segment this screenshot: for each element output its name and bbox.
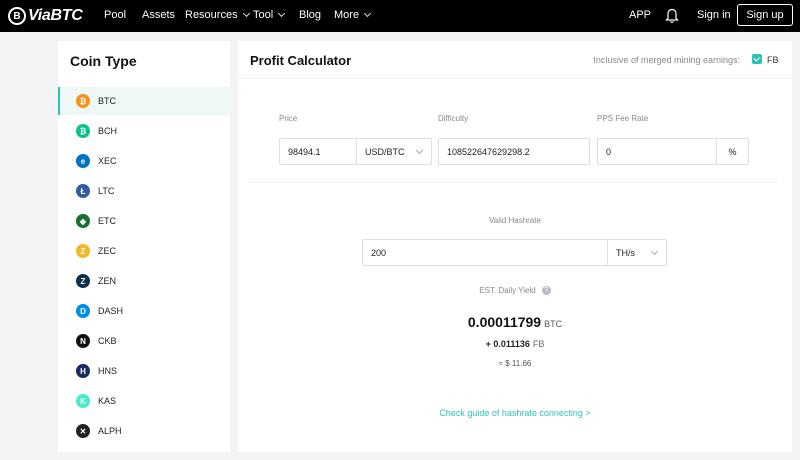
- profit-calculator-panel: Profit Calculator Inclusive of merged mi…: [238, 41, 792, 452]
- nav-more[interactable]: More: [334, 9, 372, 21]
- price-input[interactable]: 98494.1: [279, 138, 357, 165]
- hashrate-input[interactable]: 200: [362, 239, 609, 266]
- sidebar-item-label: DASH: [98, 306, 124, 316]
- sidebar-item-label: BTC: [98, 96, 116, 106]
- sidebar-item-label: HNS: [98, 366, 118, 376]
- ckb-icon: N: [76, 334, 90, 348]
- bch-icon: ₿: [76, 124, 90, 138]
- divider: [248, 182, 778, 183]
- sidebar-item-label: ZEN: [98, 276, 116, 286]
- sidebar-title: Coin Type: [70, 53, 137, 69]
- nav-assets[interactable]: Assets: [142, 9, 175, 21]
- difficulty-input[interactable]: 108522647629298.2: [438, 138, 590, 165]
- sidebar-item-label: ZEC: [98, 246, 116, 256]
- sidebar-item-dash[interactable]: D DASH: [58, 297, 230, 325]
- sidebar-item-label: XEC: [98, 156, 117, 166]
- kas-icon: K: [76, 394, 90, 408]
- etc-icon: ◆: [76, 214, 90, 228]
- fee-rate-input[interactable]: 0: [597, 138, 717, 165]
- help-icon[interactable]: ?: [541, 286, 551, 296]
- daily-yield-heading: EST. Daily Yield?: [238, 286, 792, 296]
- sidebar-item-hns[interactable]: H HNS: [58, 357, 230, 385]
- fb-yield-value: + 0.011136: [485, 339, 530, 349]
- nav-resources[interactable]: Resources: [185, 9, 250, 21]
- sidebar-item-ckb[interactable]: N CKB: [58, 327, 230, 355]
- sidebar-item-alph[interactable]: ✕ ALPH: [58, 417, 230, 445]
- sidebar-item-label: ALPH: [98, 426, 122, 436]
- fb-yield: + 0.011136 FB: [238, 339, 792, 349]
- signin-link[interactable]: Sign in: [697, 9, 731, 21]
- sidebar-item-zec[interactable]: Z ZEC: [58, 237, 230, 265]
- sidebar-item-bch[interactable]: ₿ BCH: [58, 117, 230, 145]
- sidebar-item-zen[interactable]: Z ZEN: [58, 267, 230, 295]
- sidebar-item-kas[interactable]: K KAS: [58, 387, 230, 415]
- merged-mining-label: Inclusive of merged mining earnings:: [593, 55, 740, 65]
- zen-icon: Z: [76, 274, 90, 288]
- fb-yield-unit: FB: [532, 339, 545, 349]
- btc-yield-unit: BTC: [544, 319, 563, 329]
- fb-checkbox[interactable]: [752, 54, 762, 64]
- price-label: Price: [279, 114, 298, 123]
- viabtc-logo[interactable]: B ViaBTC: [8, 6, 83, 26]
- fb-checkbox-label: FB: [767, 55, 779, 65]
- nav-pool[interactable]: Pool: [104, 9, 126, 21]
- alph-icon: ✕: [76, 424, 90, 438]
- btc-yield-value: 0.00011799: [467, 314, 542, 330]
- hashrate-unit-select[interactable]: TH/s: [607, 239, 667, 266]
- sidebar-item-ltc[interactable]: Ł LTC: [58, 177, 230, 205]
- sidebar-item-label: BCH: [98, 126, 118, 136]
- logo-text: ViaBTC: [28, 7, 83, 24]
- chevron-down-icon: [650, 247, 659, 256]
- btc-icon: ₿: [76, 94, 90, 108]
- logo-mark-icon: B: [8, 7, 26, 25]
- currency-select-value: USD/BTC: [365, 146, 405, 157]
- panel-header: Profit Calculator Inclusive of merged mi…: [238, 41, 792, 79]
- nav-tool[interactable]: Tool: [253, 9, 286, 21]
- ltc-icon: Ł: [76, 184, 90, 198]
- zec-icon: Z: [76, 244, 90, 258]
- chevron-down-icon: [242, 9, 250, 18]
- fee-rate-label: PPS Fee Rate: [597, 114, 649, 123]
- sidebar-item-btc[interactable]: ₿ BTC: [58, 87, 230, 115]
- chevron-down-icon: [415, 146, 424, 155]
- usd-yield-value: ≈ $ 11.66: [498, 359, 532, 368]
- nav-app[interactable]: APP: [629, 9, 651, 21]
- signup-button[interactable]: Sign up: [737, 4, 793, 26]
- sidebar-item-label: ETC: [98, 216, 116, 226]
- coin-type-sidebar: Coin Type ₿ BTC ₿ BCH e XEC Ł LTC ◆ ETC Z ZEC Z ZEN D D…: [58, 41, 230, 452]
- xec-icon: e: [76, 154, 90, 168]
- page-title: Profit Calculator: [250, 53, 352, 68]
- sidebar-item-label: KAS: [98, 396, 117, 406]
- currency-select[interactable]: USD/BTC: [356, 138, 432, 165]
- sidebar-item-xec[interactable]: e XEC: [58, 147, 230, 175]
- sidebar-item-etc[interactable]: ◆ ETC: [58, 207, 230, 235]
- top-navbar: B ViaBTC Pool Assets Resources Tool Blog…: [0, 0, 800, 32]
- hashrate-label: Valid Hashrate: [489, 216, 541, 225]
- chevron-down-icon: [278, 9, 286, 18]
- hashrate-unit-value: TH/s: [616, 247, 635, 258]
- hashrate-guide-link[interactable]: Check guide of hashrate connecting >: [238, 408, 792, 418]
- bell-icon[interactable]: [665, 8, 679, 24]
- chevron-down-icon: [364, 9, 372, 18]
- hns-icon: H: [76, 364, 90, 378]
- btc-yield: 0.00011799 BTC: [238, 314, 792, 332]
- fee-unit: %: [716, 138, 749, 165]
- sidebar-item-label: CKB: [98, 336, 117, 346]
- dash-icon: D: [76, 304, 90, 318]
- daily-yield-label: EST. Daily Yield: [479, 286, 536, 295]
- difficulty-label: Difficulty: [438, 114, 469, 123]
- sidebar-item-label: LTC: [98, 186, 115, 196]
- nav-blog[interactable]: Blog: [299, 9, 321, 21]
